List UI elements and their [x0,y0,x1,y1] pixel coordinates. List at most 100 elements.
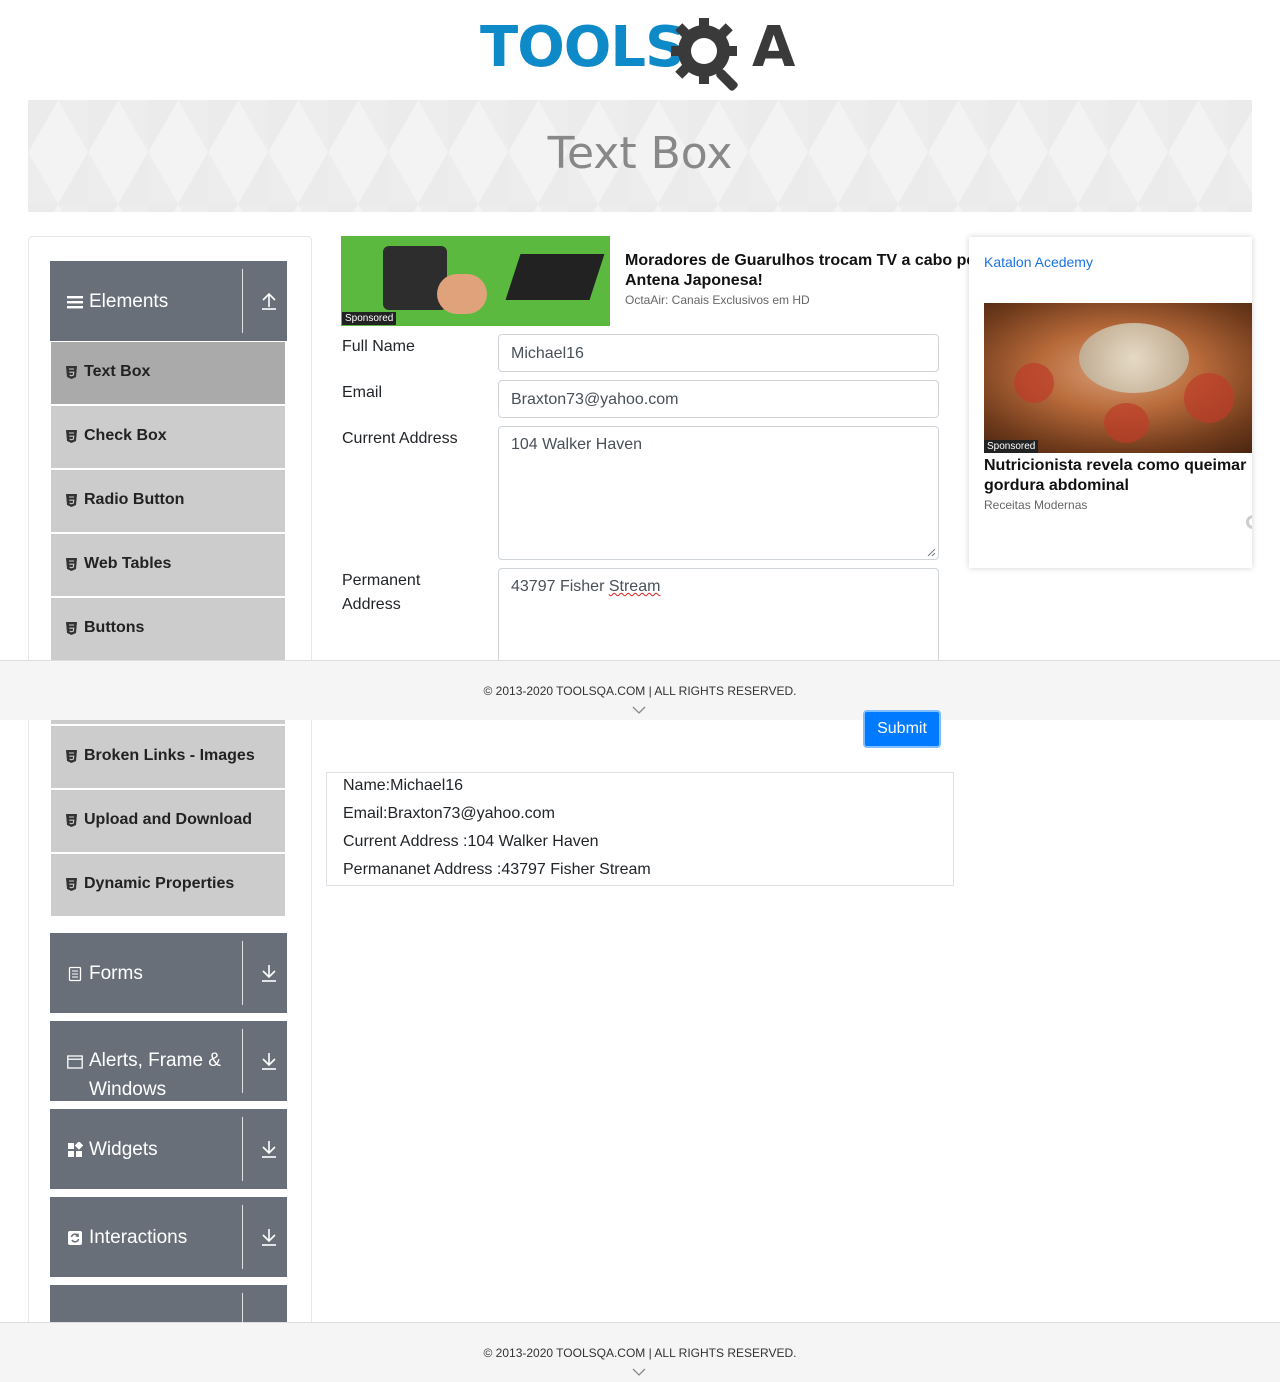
permanent-address-label-line2: Address [342,596,401,613]
logo-wordmark: TOOLS [480,15,685,80]
widgets-icon [68,1142,83,1157]
group-header-interactions[interactable]: Interactions [50,1197,287,1277]
output-email: Email:Braxton73@yahoo.com [343,805,555,822]
ad-antenna-panel [505,254,605,300]
side-ad-source: Receitas Modernas [984,498,1088,512]
ad-image-liver [1079,323,1189,393]
group-label-alerts: Alerts, Frame & [89,1050,221,1071]
sidebar-item-label: Web Tables [84,555,172,572]
collapse-arrow-icon[interactable] [260,291,278,311]
group-divider [242,1293,243,1325]
sidebar-item-check-box[interactable]: Check Box [51,406,285,468]
ad-image-detail [1104,403,1149,443]
ad-hand [437,274,487,314]
ad-title[interactable]: Moradores de Guarulhos trocam TV a cabo … [625,251,970,291]
current-address-label: Current Address [342,430,458,447]
group-header-widgets[interactable]: Widgets [50,1109,287,1189]
interactions-icon [68,1231,82,1245]
chevron-down-icon[interactable] [632,705,646,715]
group-label-elements: Elements [89,291,169,312]
page-banner: Text Box [28,100,1252,212]
document-icon [68,966,82,982]
group-label-widgets: Widgets [89,1139,158,1160]
window-icon [67,1055,83,1069]
group-header-forms[interactable]: Forms [50,933,287,1013]
sidebar-item-label: Dynamic Properties [84,875,235,892]
html-icon [66,494,77,507]
sidebar-item-upload-download[interactable]: Upload and Download [51,790,285,852]
full-name-value: Michael16 [511,345,584,362]
html-icon [66,750,77,763]
side-ad[interactable]: Katalon Acedemy Sponsored Nutricionista … [969,237,1252,568]
permanent-address-label: Permanent Address [342,569,420,617]
full-name-label: Full Name [342,338,415,355]
ad-source: OctaAir: Canais Exclusivos em HD [625,293,810,307]
email-label: Email [342,384,383,401]
expand-arrow-icon[interactable] [260,963,278,983]
sidebar-item-label: Broken Links - Images [84,747,255,764]
full-name-input[interactable]: Michael16 [498,334,939,372]
sponsored-badge: Sponsored [342,312,397,325]
current-address-textarea[interactable]: 104 Walker Haven [498,426,939,560]
email-value: Braxton73@yahoo.com [511,391,679,408]
group-label-interactions: Interactions [89,1227,188,1248]
footer-copyright: © 2013-2020 TOOLSQA.COM | ALL RIGHTS RES… [483,1346,797,1360]
footer-bar-bottom: © 2013-2020 TOOLSQA.COM | ALL RIGHTS RES… [0,1322,1280,1382]
resize-handle-icon[interactable] [927,548,936,557]
group-label-forms: Forms [89,963,143,984]
misspelled-word: Stream [608,578,661,595]
group-divider [242,1205,243,1269]
permanent-address-label-line1: Permanent [342,572,421,589]
chevron-down-icon[interactable] [632,1367,646,1377]
sidebar-item-buttons[interactable]: Buttons [51,598,285,660]
permanent-address-textarea[interactable]: 43797 Fisher Stream [498,568,939,662]
sidebar-item-label: Upload and Download [84,811,252,828]
sidebar-item-dynamic-properties[interactable]: Dynamic Properties [51,854,285,916]
html-icon [66,366,77,379]
html-icon [66,430,77,443]
group-divider [242,1117,243,1181]
expand-arrow-icon[interactable] [260,1139,278,1159]
page-title: Text Box [547,128,733,179]
html-icon [66,622,77,635]
gear-magnifier-icon [671,18,738,91]
sidebar-item-broken-links[interactable]: Broken Links - Images [51,726,285,788]
submit-button[interactable]: Submit [863,710,941,748]
email-input[interactable]: Braxton73@yahoo.com [498,380,939,418]
broken-image-link[interactable]: Katalon Acedemy [984,254,1093,270]
output-current-address: Current Address :104 Walker Haven [343,833,599,850]
html-icon [66,878,77,891]
sponsored-badge: Sponsored [984,440,1039,453]
permanent-address-value: 43797 Fisher [511,578,609,595]
ad-title-line1: Moradores de Guarulhos trocam TV a cabo … [625,252,970,269]
html-icon [66,814,77,827]
ad-image-abdomen[interactable]: Sponsored [984,303,1252,453]
group-divider [242,269,243,333]
current-address-value: 104 Walker Haven [511,436,643,453]
group-header-book-store[interactable] [50,1285,287,1325]
output-permanent-address: Permananet Address :43797 Fisher Stream [343,861,651,878]
ad-title-line2: Antena Japonesa! [625,272,763,289]
output-name: Name:Michael16 [343,777,464,794]
group-header-alerts[interactable]: Alerts, Frame & Windows [50,1021,287,1101]
logo-letter-a: A [752,15,796,80]
footer-copyright: © 2013-2020 TOOLSQA.COM | ALL RIGHTS RES… [483,684,797,698]
sidebar-item-label: Text Box [84,363,151,380]
ad-choices-icon[interactable] [1246,514,1252,530]
html-icon [66,558,77,571]
sidebar-item-web-tables[interactable]: Web Tables [51,534,285,596]
group-header-elements[interactable]: Elements [50,261,287,341]
sidebar-item-label: Buttons [84,619,145,636]
ad-image-antenna[interactable]: Sponsored [341,236,610,326]
sidebar-item-text-box[interactable]: Text Box [51,342,285,404]
ad-image-detail [1184,373,1234,423]
ad-image-detail [1014,363,1054,403]
expand-arrow-icon[interactable] [260,1227,278,1247]
expand-arrow-icon[interactable] [260,1051,278,1071]
toolsqa-logo[interactable]: TOOLS A [480,14,806,94]
sidebar-item-radio-button[interactable]: Radio Button [51,470,285,532]
output-box: Name:Michael16 Email:Braxton73@yahoo.com… [326,772,954,886]
side-ad-title[interactable]: Nutricionista revela como queimar gordur… [984,456,1252,496]
group-divider [242,1029,243,1093]
group-label-alerts-line2: Windows [89,1079,167,1100]
